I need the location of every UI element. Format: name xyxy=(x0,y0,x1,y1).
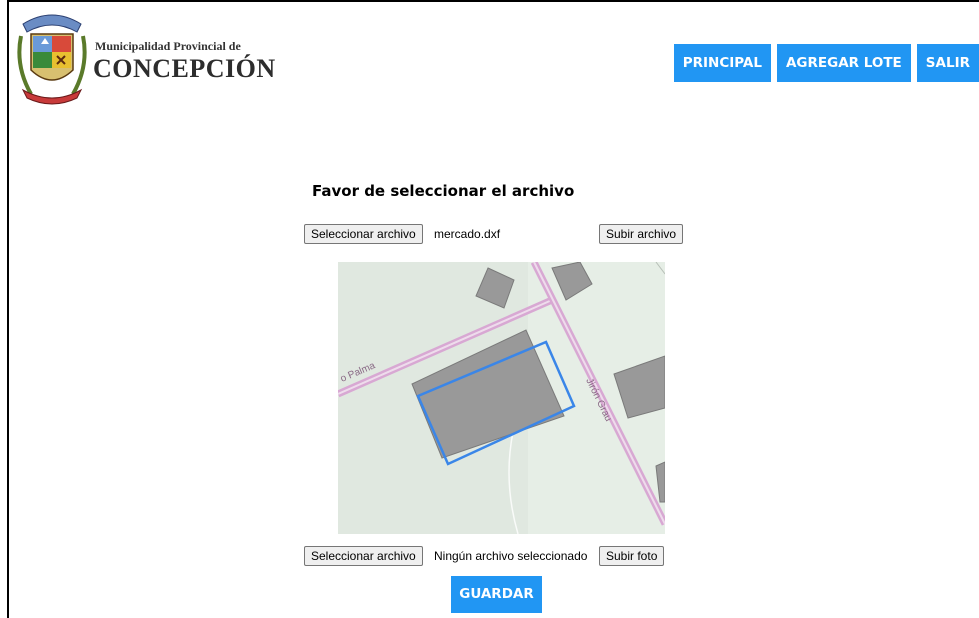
municipality-crest-logo xyxy=(17,14,87,105)
page-frame: Municipalidad Provincial de CONCEPCIÓN P… xyxy=(7,0,979,618)
select-photo-file-button[interactable]: Seleccionar archivo xyxy=(304,546,423,566)
photo-file-name: Ningún archivo seleccionado xyxy=(434,549,588,563)
form-title: Favor de seleccionar el archivo xyxy=(312,182,575,200)
brand-title: CONCEPCIÓN xyxy=(93,54,276,83)
nav-agregar-lote-button[interactable]: AGREGAR LOTE xyxy=(776,44,911,82)
nav-principal-button[interactable]: PRINCIPAL xyxy=(673,44,771,82)
select-dxf-file-button[interactable]: Seleccionar archivo xyxy=(304,224,423,244)
upload-photo-button[interactable]: Subir foto xyxy=(599,546,665,566)
top-navigation: PRINCIPAL AGREGAR LOTE SALIR xyxy=(673,44,979,82)
upload-file-button[interactable]: Subir archivo xyxy=(599,224,684,244)
lot-map[interactable]: o Palma Jirón Grau xyxy=(338,262,665,534)
nav-salir-button[interactable]: SALIR xyxy=(916,44,979,82)
brand-subtitle: Municipalidad Provincial de xyxy=(95,39,241,53)
dxf-file-name: mercado.dxf xyxy=(434,227,501,241)
save-button[interactable]: GUARDAR xyxy=(451,576,542,613)
